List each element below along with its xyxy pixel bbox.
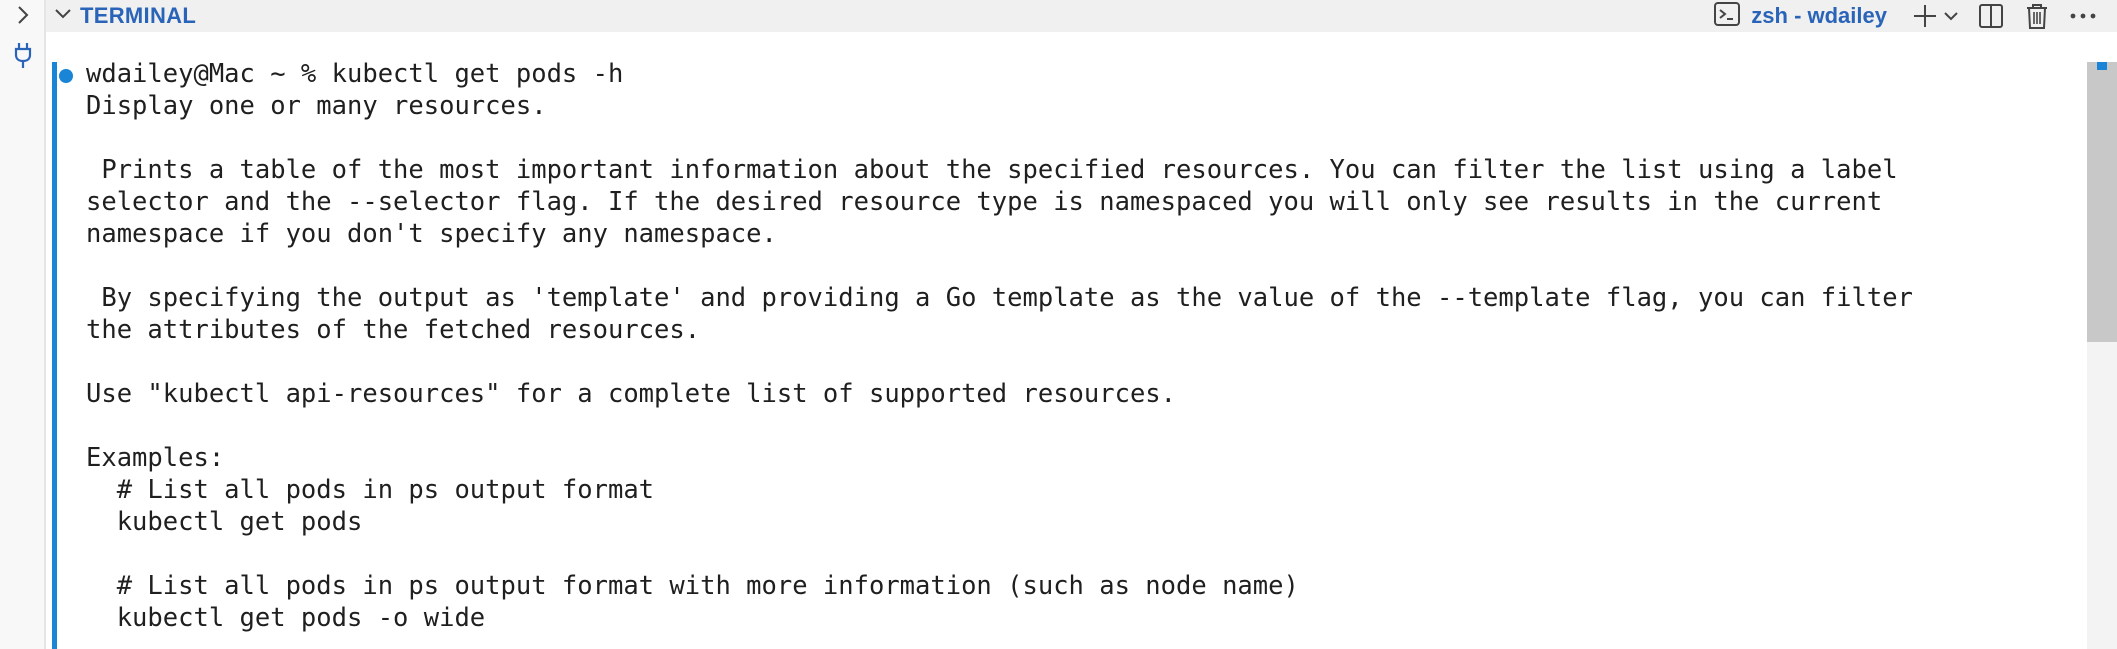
more-actions-ellipsis-icon[interactable]: [2067, 0, 2099, 32]
active-terminal-tab[interactable]: zsh - wdailey: [1713, 0, 1887, 33]
terminal-line: kubectl get pods -o wide: [86, 603, 486, 633]
scrollbar-thumb[interactable]: [2087, 62, 2117, 342]
terminal-line: Display one or many resources.: [86, 91, 547, 121]
command-decoration-bar: [52, 62, 57, 649]
terminal-dropdown-chevron-down-icon[interactable]: [1941, 0, 1961, 32]
activity-strip: [0, 0, 46, 649]
chevron-down-icon: [54, 7, 72, 25]
kill-terminal-trash-icon[interactable]: [2021, 0, 2053, 32]
terminal-output[interactable]: wdailey@Mac ~ % kubectl get pods -h Displ…: [86, 58, 2077, 634]
new-terminal-plus-icon[interactable]: [1909, 0, 1941, 32]
expand-panel-chevron-right-icon[interactable]: [8, 0, 38, 30]
terminal-line: wdailey@Mac ~ % kubectl get pods -h: [86, 59, 624, 89]
terminal-name: zsh - wdailey: [1751, 3, 1887, 28]
terminal-line: Use "kubectl api-resources" for a comple…: [86, 379, 1177, 409]
terminal-section-toggle[interactable]: TERMINAL: [54, 0, 196, 32]
panel-title: TERMINAL: [80, 3, 197, 28]
terminal-line: # List all pods in ps output format with…: [86, 571, 1299, 601]
terminal-actions: zsh - wdailey: [1713, 0, 2099, 32]
panel-header: TERMINAL zsh - wdailey: [46, 0, 2117, 33]
terminal-line: selector and the --selector flag. If the…: [86, 187, 1883, 217]
terminal-line: the attributes of the fetched resources.: [86, 315, 701, 345]
terminal-line: namespace if you don't specify any names…: [86, 219, 777, 249]
split-terminal-icon[interactable]: [1975, 0, 2007, 32]
terminal-line: Prints a table of the most important inf…: [86, 155, 1898, 185]
scrollbar-position-marker: [2097, 62, 2107, 70]
terminal-line: # List all pods in ps output format: [86, 475, 655, 505]
terminal-icon: [1713, 0, 1741, 33]
terminal-line: By specifying the output as 'template' a…: [86, 283, 1913, 313]
plug-icon[interactable]: [8, 38, 38, 72]
terminal-line: Examples:: [86, 443, 225, 473]
command-decoration-dot-icon[interactable]: [59, 69, 73, 83]
terminal-line: kubectl get pods: [86, 507, 363, 537]
